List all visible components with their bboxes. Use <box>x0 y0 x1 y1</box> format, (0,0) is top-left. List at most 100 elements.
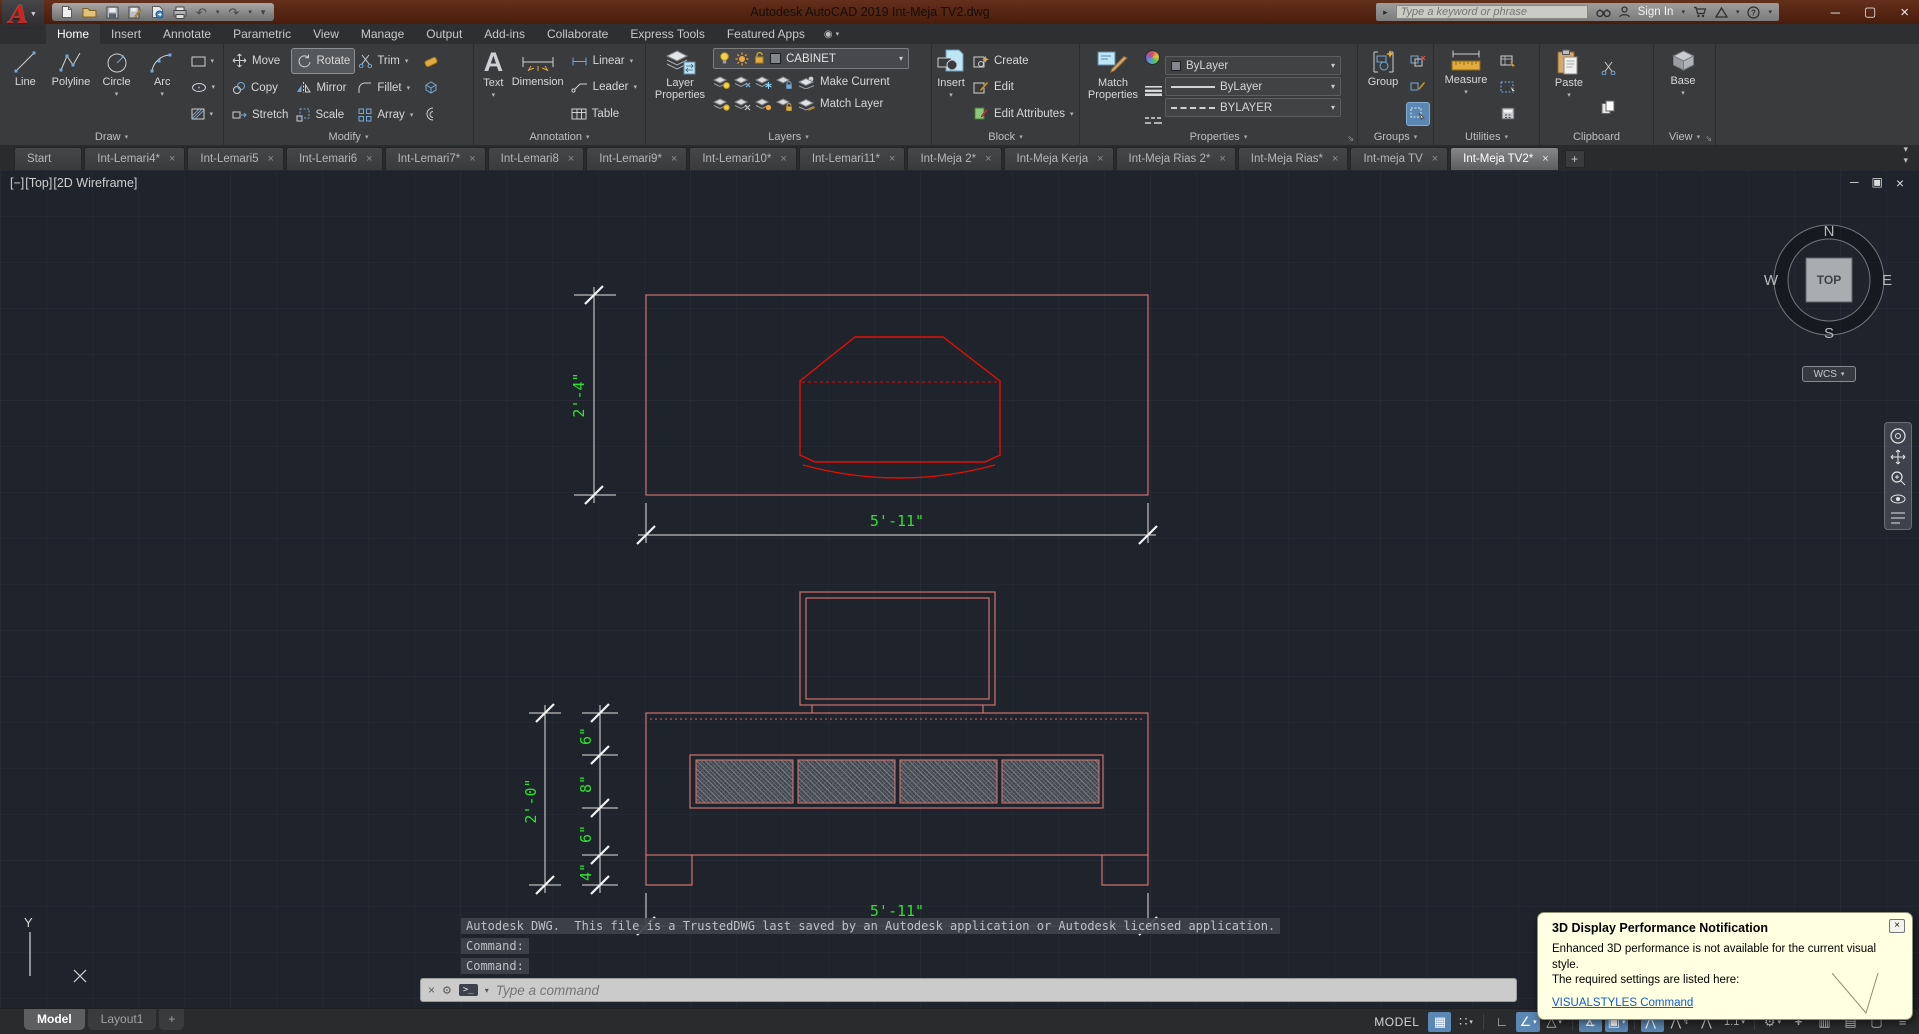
view-dialog-launcher-icon[interactable]: ⇘ <box>1705 134 1712 143</box>
polyline-button[interactable]: Polyline <box>50 47 93 128</box>
file-tab[interactable]: Int-Lemari11* × <box>798 147 906 170</box>
group-button[interactable]: Group <box>1362 47 1404 128</box>
panel-label-utilities[interactable]: Utilities ▾ <box>1434 128 1539 145</box>
panel-label-clipboard[interactable]: Clipboard <box>1540 128 1653 145</box>
stretch-button[interactable]: Stretch <box>228 103 292 127</box>
file-tab[interactable]: Int-meja TV × <box>1350 147 1449 170</box>
file-tab-active[interactable]: Int-Meja TV2* × <box>1450 147 1559 170</box>
save-icon[interactable] <box>106 6 119 19</box>
command-customize-icon[interactable]: ⚙ <box>442 984 452 997</box>
file-tab[interactable]: Int-Lemari9* × <box>586 147 688 170</box>
close-icon[interactable]: × <box>268 153 274 165</box>
vp-restore-icon[interactable]: ▣ <box>1872 175 1883 191</box>
panel-label-properties[interactable]: Properties ▾ ⇘ <box>1080 128 1357 145</box>
match-layer-label[interactable]: Match Layer <box>820 98 883 110</box>
layer-unlock-tool-icon[interactable] <box>776 97 793 111</box>
linetype-icon[interactable] <box>1145 117 1162 125</box>
minimize-button[interactable]: ─ <box>1831 5 1840 20</box>
ribbon-display-dropdown-icon[interactable]: ▾ <box>836 30 840 38</box>
hatch-button[interactable]: ▾ <box>187 102 220 126</box>
panel-label-draw[interactable]: Draw ▾ <box>0 128 223 145</box>
close-icon[interactable]: × <box>671 153 677 165</box>
drawing-canvas[interactable]: 2'-4" 5'-11" 6" 8" 6" 4" 2'-0" 5'-11" N … <box>0 170 1919 1008</box>
apps-dropdown-icon[interactable]: ▾ <box>1736 8 1740 16</box>
create-block-button[interactable]: Create <box>969 49 1077 73</box>
model-space-label[interactable]: MODEL <box>1374 1015 1419 1029</box>
vp-close-icon[interactable]: × <box>1896 175 1904 191</box>
line-button[interactable]: Line <box>4 47 47 128</box>
table-button[interactable]: Table <box>567 102 641 126</box>
ortho-toggle[interactable]: ∟ <box>1490 1012 1513 1032</box>
tab-overflow-icon[interactable]: ▾ ▾ <box>1903 144 1919 166</box>
close-icon[interactable]: × <box>1097 153 1103 165</box>
recent-commands-icon[interactable]: ▾ <box>485 986 489 995</box>
insert-button[interactable]: Insert ▾ <box>936 47 966 128</box>
layer-lock-icon[interactable] <box>776 75 793 89</box>
save-as-icon[interactable] <box>128 6 142 19</box>
sign-in-label[interactable]: Sign In <box>1638 6 1674 18</box>
panel-label-layers[interactable]: Layers ▾ <box>646 128 931 145</box>
command-line[interactable]: × ⚙ >_ ▾ <box>420 978 1517 1002</box>
open-file-icon[interactable] <box>82 6 97 18</box>
layer-properties-button[interactable]: Layer Properties <box>650 47 710 128</box>
move-button[interactable]: Move <box>228 49 292 73</box>
select-window-button[interactable] <box>1497 76 1519 98</box>
measure-button[interactable]: Measure ▾ <box>1438 47 1494 128</box>
layer-off-icon[interactable] <box>713 75 730 89</box>
layer-dropdown[interactable]: CABINET ▾ <box>713 48 909 69</box>
rotate-button[interactable]: Rotate <box>291 47 356 74</box>
redo-icon[interactable]: ↷ <box>228 6 239 19</box>
qat-customize-icon[interactable]: ▾ <box>261 7 266 18</box>
explode-button[interactable] <box>420 76 442 98</box>
search-input[interactable] <box>1395 5 1588 19</box>
layer-walk-icon[interactable] <box>734 97 751 111</box>
file-tab[interactable]: Int-Lemari5 × <box>187 147 284 170</box>
help-icon[interactable]: ? <box>1747 5 1761 19</box>
tab-output[interactable]: Output <box>415 24 473 44</box>
layer-isolate-icon[interactable] <box>734 75 751 89</box>
linear-dimension-button[interactable]: Linear ▾ <box>567 49 641 73</box>
offset-button[interactable] <box>420 103 442 125</box>
edit-block-button[interactable]: Edit <box>969 75 1077 99</box>
panel-label-modify[interactable]: Modify ▾ <box>224 128 473 145</box>
edit-attributes-button[interactable]: Edit Attributes ▾ <box>969 102 1077 126</box>
close-icon[interactable]: × <box>366 153 372 165</box>
panel-label-groups[interactable]: Groups ▾ <box>1358 128 1433 145</box>
lineweight-icon[interactable] <box>1145 86 1162 96</box>
viewport-visual-style-control[interactable]: [2D Wireframe] <box>53 176 137 190</box>
save-to-web-icon[interactable] <box>151 5 164 19</box>
plot-icon[interactable] <box>173 6 187 19</box>
panel-label-view[interactable]: View ▾ ⇘ <box>1654 128 1715 145</box>
file-tab[interactable]: Int-Meja Rias* × <box>1237 147 1349 170</box>
application-menu-button[interactable]: A ▼ <box>2 0 44 29</box>
color-wheel-icon[interactable] <box>1145 50 1160 65</box>
linetype-dropdown[interactable]: BYLAYER ▾ <box>1165 98 1341 117</box>
tab-express-tools[interactable]: Express Tools <box>619 24 715 44</box>
layer-thaw-tool-icon[interactable] <box>755 97 772 111</box>
close-icon[interactable]: × <box>889 153 895 165</box>
ribbon-display-icon[interactable]: ◉ <box>824 29 833 40</box>
leader-button[interactable]: Leader ▾ <box>567 75 641 99</box>
fillet-button[interactable]: Fillet ▾ <box>354 76 417 100</box>
visualstyles-command-link[interactable]: VISUALSTYLES Command <box>1552 997 1693 1009</box>
restore-button[interactable]: ▢ <box>1864 4 1876 20</box>
array-button[interactable]: Array ▾ <box>354 103 417 127</box>
file-tab[interactable]: Int-Lemari10* × <box>689 147 797 170</box>
command-close-icon[interactable]: × <box>428 983 435 997</box>
dimension-button[interactable]: Dimension <box>512 47 564 128</box>
close-icon[interactable]: × <box>1219 153 1225 165</box>
search-expand-icon[interactable]: ▸ <box>1383 7 1388 18</box>
model-tab[interactable]: Model <box>24 1009 85 1030</box>
close-icon[interactable]: × <box>985 153 991 165</box>
cut-button[interactable] <box>1597 57 1619 79</box>
tab-view[interactable]: View <box>302 24 350 44</box>
color-dropdown[interactable]: ByLayer ▾ <box>1165 56 1341 75</box>
vp-minimize-icon[interactable]: ─ <box>1850 175 1859 191</box>
copy-clip-button[interactable] <box>1597 96 1619 118</box>
close-icon[interactable]: × <box>1332 153 1338 165</box>
scale-button[interactable]: Scale <box>292 103 354 127</box>
undo-dropdown-icon[interactable]: ▾ <box>216 8 220 16</box>
app-store-cart-icon[interactable] <box>1693 6 1707 18</box>
erase-button[interactable] <box>420 50 442 72</box>
close-icon[interactable]: × <box>169 153 175 165</box>
